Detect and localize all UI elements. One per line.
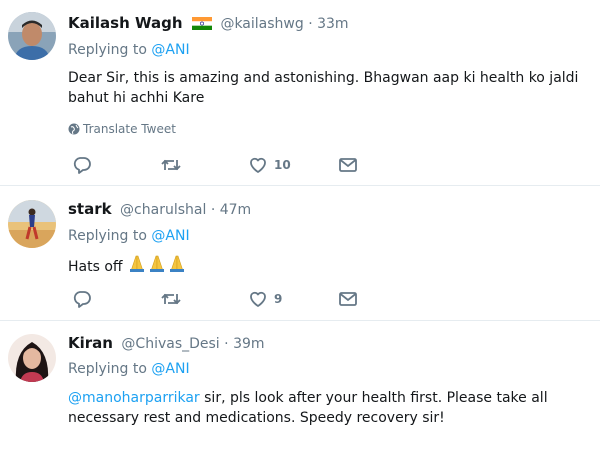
user-handle[interactable]: @charulshal xyxy=(120,202,206,218)
like-count: 9 xyxy=(274,292,283,306)
tweet-header: Kiran @Chivas_Desi · 39m xyxy=(68,334,265,353)
tweet-header: Kailash Wagh @kailashwg · 33m xyxy=(68,14,349,35)
retweet-button[interactable] xyxy=(160,154,182,176)
like-button[interactable]: 9 xyxy=(248,288,282,310)
avatar[interactable] xyxy=(8,334,56,382)
replying-prefix: Replying to xyxy=(68,228,152,244)
tweet-body: @manoharparrikar sir, pls look after you… xyxy=(68,388,588,428)
heart-icon xyxy=(250,291,266,307)
globe-icon xyxy=(68,123,80,135)
replying-prefix: Replying to xyxy=(68,42,152,58)
replying-prefix: Replying to xyxy=(68,361,152,377)
user-handle[interactable]: @kailashwg xyxy=(220,16,303,32)
retweet-button[interactable] xyxy=(160,288,182,310)
reply-mention-link[interactable]: @ANI xyxy=(151,42,189,58)
user-name[interactable]: Kailash Wagh xyxy=(68,14,183,32)
direct-message-button[interactable] xyxy=(338,288,358,310)
user-handle[interactable]: @Chivas_Desi xyxy=(121,336,219,352)
timestamp[interactable]: 39m xyxy=(233,336,264,352)
user-name[interactable]: Kiran xyxy=(68,334,113,352)
mention-link[interactable]: @manoharparrikar xyxy=(68,390,200,406)
india-flag-icon xyxy=(191,17,212,35)
direct-message-button[interactable] xyxy=(338,154,358,176)
tweet-2[interactable]: stark @charulshal · 47m Replying to @ANI… xyxy=(0,186,600,319)
replying-to: Replying to @ANI xyxy=(68,361,190,377)
reply-mention-link[interactable]: @ANI xyxy=(151,361,189,377)
avatar[interactable] xyxy=(8,12,56,60)
reply-button[interactable] xyxy=(72,154,92,176)
tweet-text: Dear Sir, this is amazing and astonishin… xyxy=(68,70,579,106)
heart-icon xyxy=(250,157,266,173)
tweet-text: Hats off xyxy=(68,259,123,275)
translate-tweet-link[interactable]: Translate Tweet xyxy=(68,122,176,136)
separator: · xyxy=(210,202,216,218)
reply-icon xyxy=(73,291,91,308)
separator: · xyxy=(224,336,229,352)
envelope-icon xyxy=(339,292,357,306)
like-count: 10 xyxy=(274,158,291,172)
retweet-icon xyxy=(161,159,181,171)
timestamp[interactable]: 33m xyxy=(317,16,348,32)
tweet-1[interactable]: Kailash Wagh @kailashwg · 33m Replying t… xyxy=(0,0,600,185)
tweet-3[interactable]: Kiran @Chivas_Desi · 39m Replying to @AN… xyxy=(0,321,600,450)
folded-hands-icon xyxy=(127,253,187,279)
tweet-body: Hats off xyxy=(68,253,588,279)
tweet-header: stark @charulshal · 47m xyxy=(68,200,251,219)
envelope-icon xyxy=(339,158,357,172)
retweet-icon xyxy=(161,293,181,305)
user-name[interactable]: stark xyxy=(68,200,112,218)
replying-to: Replying to @ANI xyxy=(68,228,190,244)
reply-icon xyxy=(73,157,91,174)
reply-mention-link[interactable]: @ANI xyxy=(151,228,189,244)
timestamp[interactable]: 47m xyxy=(220,202,251,218)
tweet-actions: 10 xyxy=(68,154,588,176)
tweet-actions: 9 xyxy=(68,288,588,310)
avatar[interactable] xyxy=(8,200,56,248)
separator: · xyxy=(308,16,313,32)
reply-button[interactable] xyxy=(72,288,92,310)
translate-label: Translate Tweet xyxy=(83,122,176,136)
replying-to: Replying to @ANI xyxy=(68,42,190,58)
like-button[interactable]: 10 xyxy=(248,154,291,176)
